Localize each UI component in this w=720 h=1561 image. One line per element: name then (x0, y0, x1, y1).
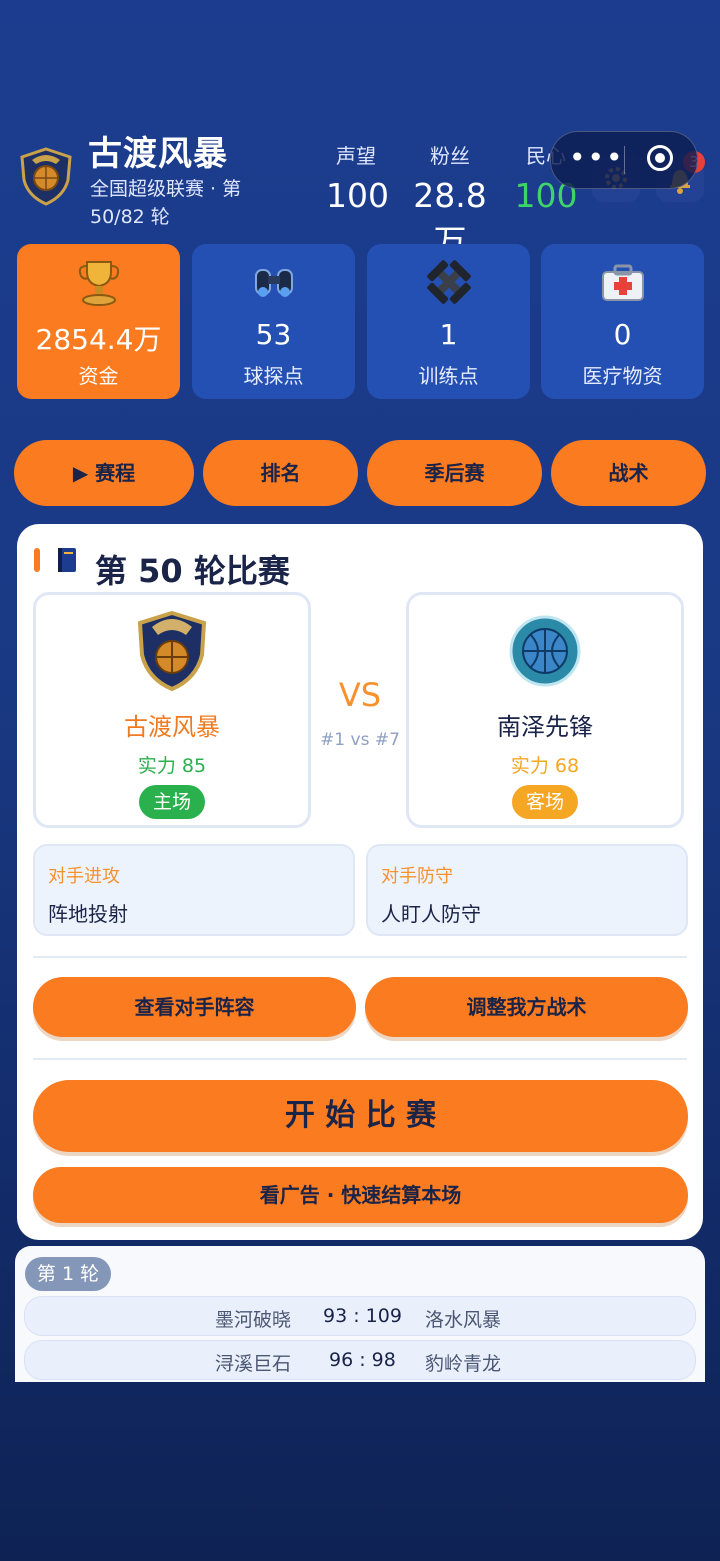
resource-funds-value: 2854.4万 (35, 323, 162, 356)
result-away-team: 豹岭青龙 (425, 1353, 502, 1375)
playoffs-button[interactable]: 季后赛 (367, 440, 542, 506)
ranking-button[interactable]: 排名 (203, 440, 358, 506)
match-round-title: 第 50 轮比赛 (95, 552, 290, 590)
dumbbell-icon (426, 260, 471, 304)
result-row: 浔溪巨石 96 : 98 豹岭青龙 (24, 1340, 696, 1380)
resource-scout-points[interactable]: 53 球探点 (192, 244, 355, 399)
home-team-logo-icon (137, 610, 207, 692)
resource-medical-value: 0 (613, 318, 632, 351)
away-team-logo-icon (509, 615, 581, 687)
more-options-icon[interactable]: ••• (569, 144, 625, 172)
away-tag: 客场 (511, 785, 579, 819)
result-away-team: 洛水风暴 (425, 1309, 502, 1331)
capsule-divider (624, 146, 625, 174)
stat-fans-label: 粉丝 (430, 144, 470, 168)
resource-scout-value: 53 (255, 318, 292, 351)
close-miniprogram-icon[interactable] (647, 145, 673, 171)
schedule-button[interactable]: ▶ 赛程 (14, 440, 194, 506)
opponent-attack-box: 对手进攻 阵地投射 (33, 844, 355, 936)
home-tag: 主场 (138, 785, 206, 819)
divider (33, 956, 687, 958)
result-home-team: 墨河破晓 (215, 1309, 292, 1331)
result-home-team: 浔溪巨石 (215, 1353, 292, 1375)
stat-prestige: 声望 100 (326, 140, 389, 215)
book-icon (56, 546, 78, 574)
opponent-defense-value: 人盯人防守 (381, 902, 481, 926)
binoculars-icon (254, 269, 293, 297)
home-team-name: 古渡风暴 (124, 713, 220, 741)
stat-prestige-label: 声望 (336, 144, 376, 168)
away-team-card[interactable]: 南泽先锋 实力 68 客场 (406, 592, 684, 828)
away-team-name: 南泽先锋 (497, 713, 593, 741)
resource-medical-supplies[interactable]: 0 医疗物资 (541, 244, 704, 399)
opponent-defense-label: 对手防守 (381, 866, 453, 887)
wechat-capsule: ••• (550, 131, 698, 189)
away-team-power: 实力 68 (510, 755, 580, 777)
team-name: 古渡风暴 (88, 134, 228, 174)
resource-scout-label: 球探点 (243, 364, 304, 388)
rank-comparison: #1 vs #7 (320, 730, 400, 750)
stat-prestige-value: 100 (326, 176, 389, 215)
home-team-power: 实力 85 (137, 755, 207, 777)
result-score: 93 : 109 (323, 1305, 402, 1327)
opponent-defense-box: 对手防守 人盯人防守 (366, 844, 688, 936)
opponent-attack-value: 阵地投射 (48, 902, 128, 926)
resource-training-points[interactable]: 1 训练点 (367, 244, 530, 399)
tactics-button[interactable]: 战术 (551, 440, 706, 506)
view-opponent-lineup-button[interactable]: 查看对手阵容 (33, 977, 356, 1037)
league-round-info: 全国超级联赛 · 第50/82 轮 (90, 178, 242, 228)
resource-training-label: 训练点 (418, 364, 479, 388)
start-match-button[interactable]: 开 始 比 赛 (33, 1080, 688, 1152)
adjust-tactics-button[interactable]: 调整我方战术 (365, 977, 688, 1037)
title-accent-bar (34, 548, 40, 572)
home-team-card[interactable]: 古渡风暴 实力 85 主场 (33, 592, 311, 828)
resource-funds[interactable]: 2854.4万 资金 (17, 244, 180, 399)
team-crest-icon (18, 146, 74, 206)
resource-medical-label: 医疗物资 (582, 364, 663, 388)
vs-label: VS (338, 676, 382, 714)
result-row: 墨河破晓 93 : 109 洛水风暴 (24, 1296, 696, 1336)
medkit-icon (601, 264, 644, 301)
resource-training-value: 1 (439, 318, 458, 351)
quick-sim-ad-button[interactable]: 看广告 · 快速结算本场 (33, 1167, 688, 1223)
trophy-icon (78, 261, 119, 306)
round-chip[interactable]: 第 1 轮 (25, 1257, 111, 1291)
divider (33, 1058, 687, 1060)
opponent-attack-label: 对手进攻 (48, 866, 120, 887)
result-score: 96 : 98 (329, 1349, 396, 1371)
resource-funds-label: 资金 (78, 364, 119, 388)
